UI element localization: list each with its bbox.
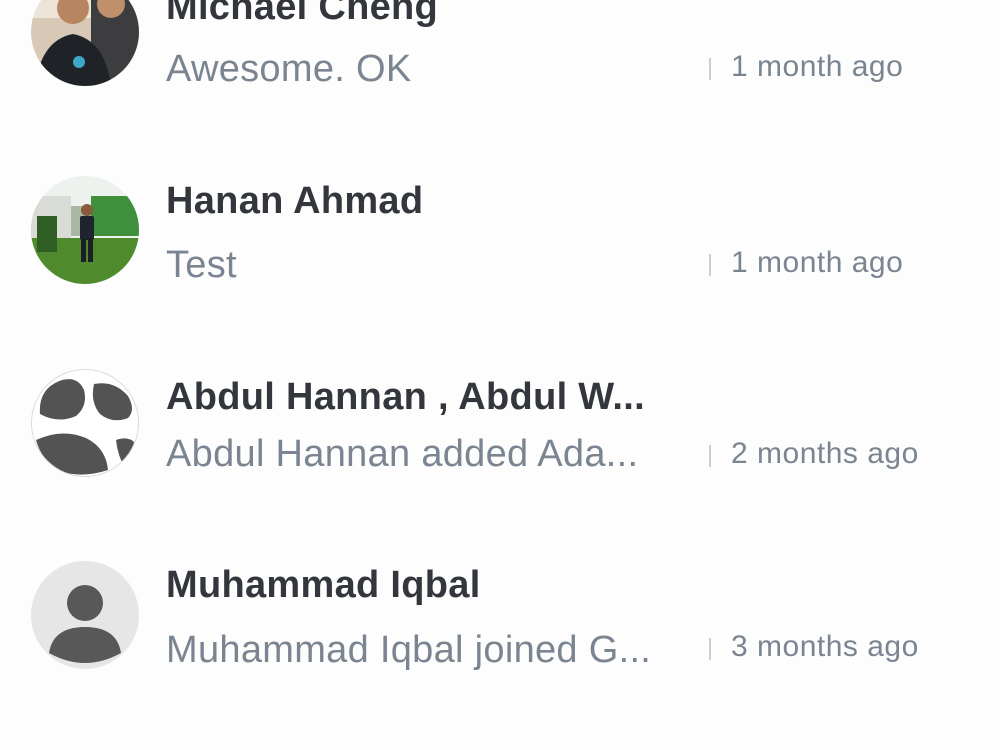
avatar xyxy=(31,369,139,477)
contact-name: Hanan Ahmad xyxy=(166,180,424,222)
time-separator xyxy=(709,445,711,467)
photo-avatar-icon xyxy=(31,176,139,284)
conversation-row[interactable]: Hanan Ahmad Test 1 month ago xyxy=(0,140,1000,330)
conversation-row[interactable]: Abdul Hannan , Abdul W... Abdul Hannan a… xyxy=(0,330,1000,520)
avatar xyxy=(31,561,139,669)
message-preview: Awesome. OK xyxy=(166,48,412,90)
message-preview: Test xyxy=(166,244,237,286)
message-time: 3 months ago xyxy=(731,630,919,663)
message-time: 1 month ago xyxy=(731,50,904,83)
time-separator xyxy=(709,58,711,80)
conversation-list: Michael Cheng Awesome. OK 1 month ago Ha… xyxy=(0,0,1000,750)
message-preview: Muhammad Iqbal joined G... xyxy=(166,629,652,671)
conversation-row[interactable]: Michael Cheng Awesome. OK 1 month ago xyxy=(0,0,1000,140)
group-icon xyxy=(32,370,138,476)
avatar xyxy=(31,176,139,284)
person-icon xyxy=(31,561,139,669)
contact-name: Muhammad Iqbal xyxy=(166,564,481,606)
group-name: Abdul Hannan , Abdul W... xyxy=(166,376,645,418)
message-preview: Abdul Hannan added Ada... xyxy=(166,433,639,475)
message-time: 1 month ago xyxy=(731,246,904,279)
contact-name: Michael Cheng xyxy=(166,0,439,28)
photo-avatar-icon xyxy=(31,0,139,86)
conversation-row[interactable]: Muhammad Iqbal Muhammad Iqbal joined G..… xyxy=(0,525,1000,715)
avatar xyxy=(31,0,139,86)
time-separator xyxy=(709,254,711,276)
time-separator xyxy=(709,638,711,660)
message-time: 2 months ago xyxy=(731,437,919,470)
